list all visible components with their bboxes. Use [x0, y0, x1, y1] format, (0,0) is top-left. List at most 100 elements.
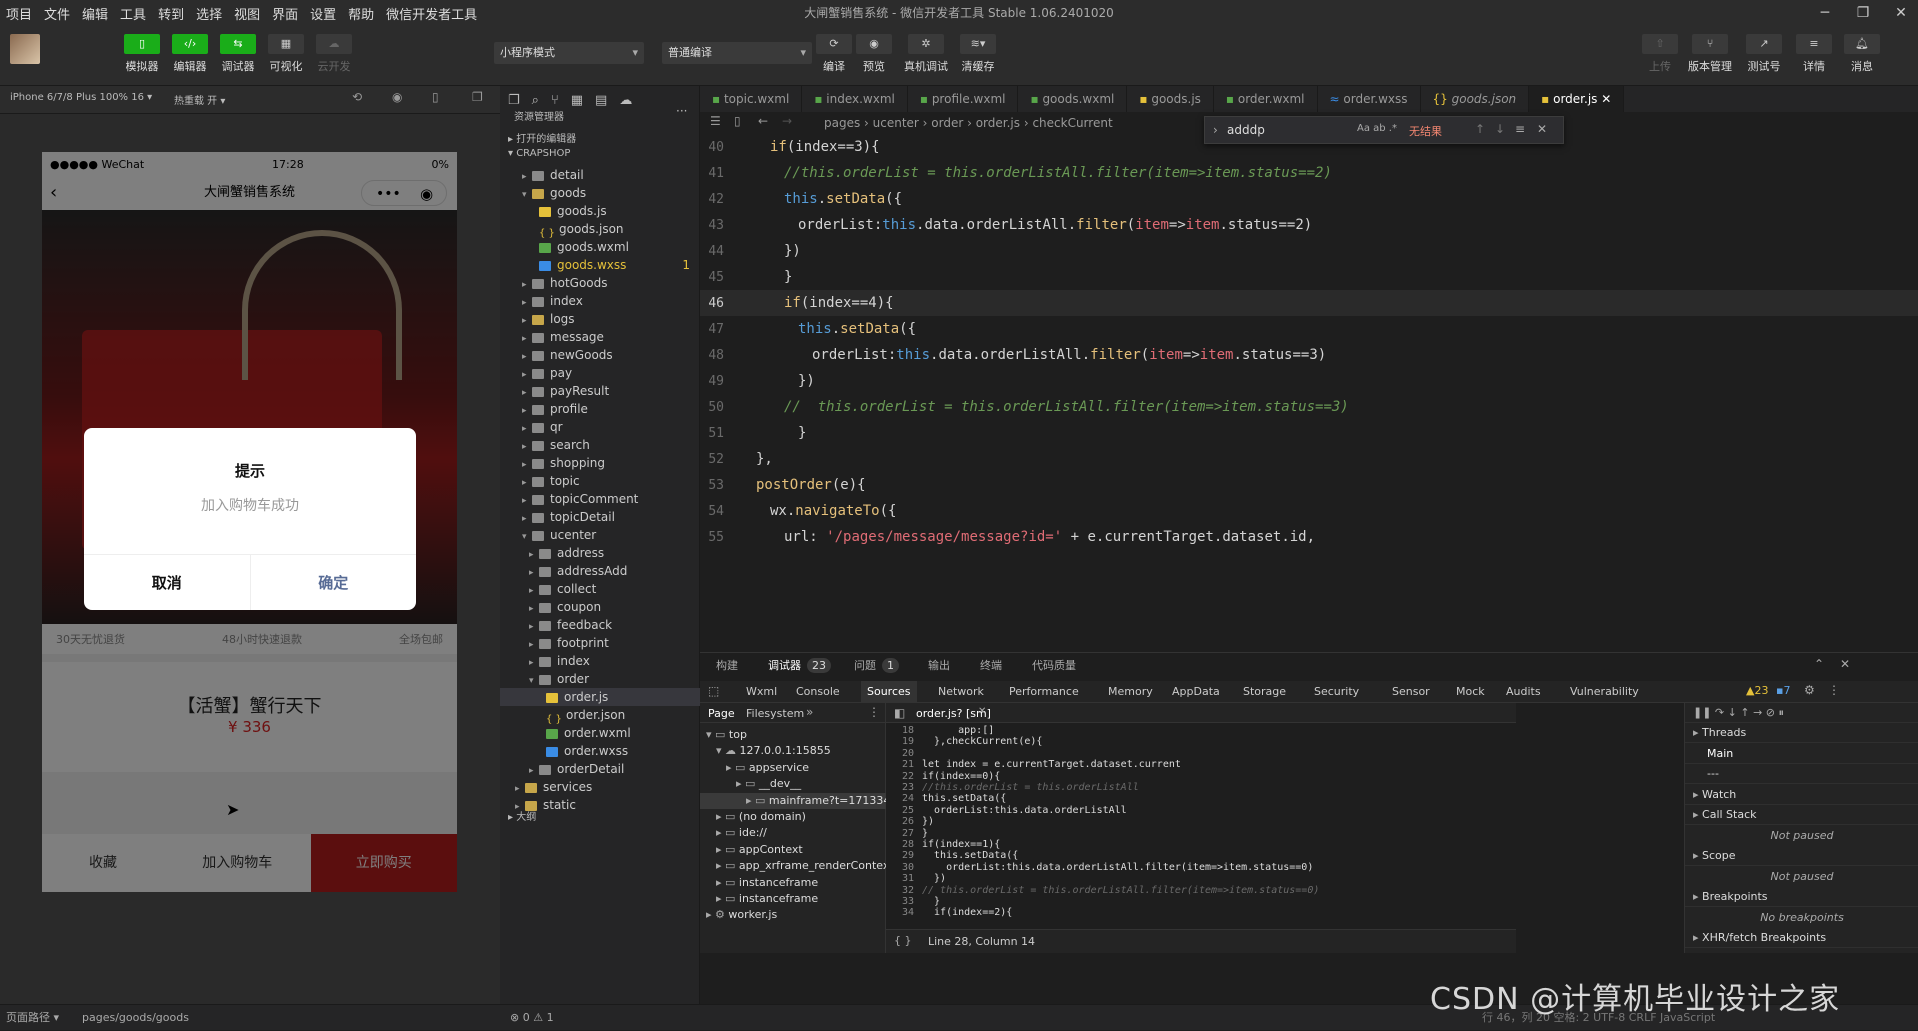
tree-folder[interactable]: ▸ message — [500, 328, 700, 346]
devtools-tab[interactable]: Mock — [1450, 681, 1491, 703]
tree-folder[interactable]: ▾ order — [500, 670, 700, 688]
menu-item[interactable]: 帮助 — [342, 4, 380, 23]
menu-item[interactable]: 界面 — [266, 4, 304, 23]
details-button[interactable]: ≡ 详情 — [1792, 34, 1836, 74]
hotreload-toggle[interactable]: 热重载 开 ▾ — [174, 92, 225, 107]
tree-folder[interactable]: ▸ collect — [500, 580, 700, 598]
match-case-icon[interactable]: Aa ab .* — [1357, 123, 1397, 134]
tree-file[interactable]: goods.wxss 1 — [500, 256, 700, 274]
panel-tab[interactable]: 构建 — [716, 653, 738, 679]
list-icon[interactable]: ☰ — [710, 114, 721, 128]
source-tree-item[interactable]: ▸ ▭ __dev__ — [700, 776, 801, 792]
tree-folder[interactable]: ▸ hotGoods — [500, 274, 700, 292]
open-editors-section[interactable]: ▸ 打开的编辑器 — [508, 130, 576, 145]
source-line[interactable]: 33 } — [886, 896, 940, 907]
tree-folder[interactable]: ▸ logs — [500, 310, 700, 328]
find-expand-icon[interactable]: › — [1213, 123, 1218, 137]
devtools-tab[interactable]: Storage — [1237, 681, 1292, 703]
source-tree-item[interactable]: ▾ ☁ 127.0.0.1:15855 — [700, 743, 831, 759]
source-line[interactable]: 30 orderList:this.data.orderListAll.filt… — [886, 862, 1313, 873]
tree-file[interactable]: order.js — [500, 688, 700, 706]
code-line[interactable]: 44}) — [700, 238, 1918, 264]
code-line[interactable]: 41 //this.orderList = this.orderListAll.f… — [700, 160, 1918, 186]
dialog-confirm-button[interactable]: 确定 — [251, 555, 417, 610]
page-path-label[interactable]: 页面路径 ▾ — [6, 1005, 59, 1031]
devtools-tab[interactable]: Vulnerability — [1564, 681, 1645, 703]
outline-section[interactable]: ▸ 大纲 — [508, 808, 536, 823]
tree-folder[interactable]: ▸ qr — [500, 418, 700, 436]
tree-folder[interactable]: ▸ payResult — [500, 382, 700, 400]
editor-tab[interactable]: ▪ topic.wxml — [700, 86, 803, 112]
menu-item[interactable]: 微信开发者工具 — [380, 4, 483, 23]
devtools-more-icon[interactable]: ⋮ — [1828, 683, 1840, 697]
source-tree-item[interactable]: ▸ ▭ instanceframe — [700, 875, 818, 891]
debugger-section-header[interactable]: ▸ Threads — [1685, 723, 1918, 743]
source-line[interactable]: 29 this.setData({ — [886, 850, 1018, 861]
panel-close-icon[interactable]: ✕ — [1840, 657, 1850, 671]
tree-folder[interactable]: ▸ shopping — [500, 454, 700, 472]
rotate-icon[interactable]: ⟲ — [352, 90, 362, 104]
storage-icon[interactable]: ▤ — [595, 93, 607, 108]
editor-tab[interactable]: ≈ order.wxss — [1318, 86, 1421, 112]
menu-item[interactable]: 设置 — [304, 4, 342, 23]
code-line[interactable]: 49}) — [700, 368, 1918, 394]
devtools-tab[interactable]: Security — [1308, 681, 1365, 703]
menu-item[interactable]: 项目 — [0, 4, 38, 23]
problems-count[interactable]: ⊗ 0 ⚠ 1 — [510, 1005, 554, 1031]
source-tree-item[interactable]: ▾ ▭ top — [700, 727, 747, 743]
source-line[interactable]: 21 let index = e.currentTarget.dataset.cu… — [886, 759, 1181, 770]
menu-item[interactable]: 转到 — [152, 4, 190, 23]
source-line[interactable]: 24 this.setData({ — [886, 793, 1006, 804]
find-input[interactable]: adddp — [1227, 123, 1265, 137]
devtools-tab[interactable]: Wxml — [740, 681, 783, 703]
tree-file[interactable]: { } goods.json — [500, 220, 700, 239]
code-line[interactable]: 53 postOrder(e){ — [700, 472, 1918, 498]
avatar[interactable] — [10, 34, 40, 64]
device-icon[interactable]: ▯ — [432, 90, 439, 104]
source-line[interactable]: 28 if(index==1){ — [886, 839, 1000, 850]
tree-file[interactable]: goods.js — [500, 202, 700, 220]
source-tree-item[interactable]: ▸ ▭ instanceframe — [700, 891, 818, 907]
editor-tab[interactable]: ▪ profile.wxml — [908, 86, 1019, 112]
tree-folder[interactable]: ▾ goods — [500, 184, 700, 202]
tree-folder[interactable]: ▸ footprint — [500, 634, 700, 652]
menu-item[interactable]: 选择 — [190, 4, 228, 23]
test-account-button[interactable]: ↗ 测试号 — [1742, 34, 1786, 74]
code-line[interactable]: 55 url: '/pages/message/message?id=' + e.… — [700, 524, 1918, 550]
devtools-tab[interactable]: Performance — [1003, 681, 1085, 703]
cloud-panel-icon[interactable]: ☁ — [619, 93, 632, 108]
menu-item[interactable]: 编辑 — [76, 4, 114, 23]
tree-folder[interactable]: ▸ detail — [500, 166, 700, 184]
preview-button[interactable]: ◉ 预览 — [852, 34, 896, 74]
debugger-section-header[interactable]: ▸ Call Stack — [1685, 805, 1918, 825]
debugger-section-item[interactable]: Main — [1685, 744, 1918, 764]
panel-tab[interactable]: 输出 — [928, 653, 950, 679]
find-close-icon[interactable]: ✕ — [1537, 122, 1547, 136]
code-line[interactable]: 51} — [700, 420, 1918, 446]
menu-item[interactable]: 工具 — [114, 4, 152, 23]
source-line[interactable]: 26}) — [886, 816, 934, 827]
tree-folder[interactable]: ▸ services — [500, 778, 700, 796]
source-tree-item[interactable]: ▸ ▭ mainframe?t=171334364750 — [700, 792, 932, 809]
panel-collapse-icon[interactable]: ⌃ — [1814, 657, 1824, 671]
tree-file[interactable]: order.wxml — [500, 724, 700, 742]
clear-cache-button[interactable]: ≋▾ 清缓存 — [956, 34, 1000, 74]
editor-button[interactable]: ‹/› 编辑器 — [168, 34, 212, 74]
visual-button[interactable]: ▦ 可视化 — [264, 34, 308, 74]
find-next-icon[interactable]: ↓ — [1495, 122, 1505, 136]
source-line[interactable]: 20 — [886, 748, 922, 759]
devtools-tab[interactable]: Audits — [1500, 681, 1547, 703]
source-line[interactable]: 34 if(index==2){ — [886, 907, 1012, 918]
debugger-controls[interactable]: ❚❚ ↷ ↓ ↑ → ⊘ ⏸ — [1685, 703, 1918, 723]
remote-debug-button[interactable]: ✲ 真机调试 — [904, 34, 948, 74]
code-line[interactable]: 42 this.setData({ — [700, 186, 1918, 212]
devtools-settings-icon[interactable]: ⚙ — [1804, 683, 1815, 697]
source-line[interactable]: 31 }) — [886, 873, 946, 884]
source-line[interactable]: 18 app:[] — [886, 725, 994, 736]
devtools-tab[interactable]: Sensor — [1386, 681, 1436, 703]
tree-file[interactable]: order.wxss — [500, 742, 700, 760]
tree-folder[interactable]: ▸ search — [500, 436, 700, 454]
source-tree-item[interactable]: ▸ ▭ (no domain) — [700, 809, 806, 825]
code-line[interactable]: 47 this.setData({ — [700, 316, 1918, 342]
devtools-tab[interactable]: Memory — [1102, 681, 1159, 703]
